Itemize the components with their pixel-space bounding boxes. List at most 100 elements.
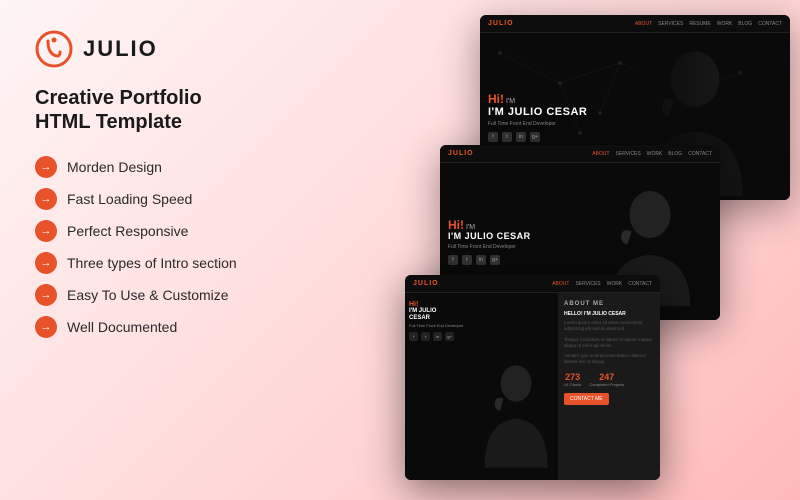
- tab-nav-work: WORK: [647, 151, 663, 157]
- about-hero-left: Hi! I'M JULIOCESAR Full Time Front End D…: [405, 293, 558, 480]
- about-hello-text: HELLO! I'M JULIO CESAR: [564, 311, 654, 317]
- arrow-icon-5: [35, 284, 57, 306]
- stat-number-1: 273: [564, 372, 581, 382]
- nav-link-about: ABOUT: [635, 21, 652, 27]
- list-item: Easy To Use & Customize: [35, 284, 385, 306]
- social-fb-icon: f: [488, 132, 498, 142]
- nav-link-resume: RESUME: [689, 21, 710, 27]
- arrow-icon-2: [35, 188, 57, 210]
- social-tw-tab: t: [462, 255, 472, 265]
- list-item: Perfect Responsive: [35, 220, 385, 242]
- about-content-right: ABOUT ME HELLO! I'M JULIO CESAR Lorem ip…: [558, 293, 660, 480]
- hero-im-label: I'M: [506, 97, 515, 104]
- tab-nav-about: ABOUT: [592, 151, 609, 157]
- arrow-icon-6: [35, 316, 57, 338]
- screen-nav-mobile: JULIO ABOUT SERVICES WORK CONTACT: [405, 275, 660, 293]
- list-item: Morden Design: [35, 156, 385, 178]
- hero-name-tablet: I'M JULIO CESAR: [448, 232, 531, 242]
- mob-nav-about: ABOUT: [552, 281, 569, 287]
- hero-hi-red-tab: Hi!: [448, 218, 464, 232]
- feature-text-4: Three types of Intro section: [67, 255, 237, 271]
- screen-nav-desktop: JULIO ABOUT SERVICES RESUME WORK BLOG CO…: [480, 15, 790, 33]
- hero-social-desktop: f t in g+: [488, 132, 587, 142]
- tagline-line1: Creative Portfolio: [35, 86, 385, 110]
- stat-label-1: UI Clients: [564, 382, 581, 387]
- feature-text-2: Fast Loading Speed: [67, 191, 192, 207]
- social-li-icon: in: [516, 132, 526, 142]
- nav-link-services: SERVICES: [658, 21, 683, 27]
- mob-nav-services: SERVICES: [575, 281, 600, 287]
- nav-link-contact: CONTACT: [758, 21, 782, 27]
- hero-sub-mob: Full Time Front End Developer: [409, 323, 463, 328]
- right-panel: JULIO ABOUT SERVICES RESUME WORK BLOG CO…: [340, 0, 800, 500]
- s-tw-mob: t: [421, 332, 430, 341]
- about-desc-2: Tempor incididunt ut labore et dolore ma…: [564, 337, 654, 350]
- screen-nav-logo-mobile: JULIO: [413, 280, 439, 287]
- s-fb-mob: f: [409, 332, 418, 341]
- screen-hero-text-tablet: Hi! I'M I'M JULIO CESAR Full Time Front …: [448, 218, 531, 266]
- list-item: Well Documented: [35, 316, 385, 338]
- stat-item-1: 273 UI Clients: [564, 372, 581, 387]
- nav-link-blog: BLOG: [738, 21, 752, 27]
- tab-nav-services: SERVICES: [616, 151, 641, 157]
- hero-hi-red: Hi!: [488, 91, 504, 105]
- tab-nav-blog: BLOG: [668, 151, 682, 157]
- about-section-title: ABOUT ME: [564, 301, 654, 307]
- screen-nav-tablet: JULIO ABOUT SERVICES WORK BLOG CONTACT: [440, 145, 720, 163]
- arrow-icon-3: [35, 220, 57, 242]
- screen-nav-logo-tablet: JULIO: [448, 150, 474, 157]
- hero-name-mob: I'M JULIOCESAR: [409, 308, 463, 321]
- stat-number-2: 247: [589, 372, 624, 382]
- stat-item-2: 247 Completed Projects: [589, 372, 624, 387]
- logo-area: JULIO: [35, 30, 385, 68]
- hero-social-tablet: f t in g+: [448, 255, 531, 265]
- screen-about-section: Hi! I'M JULIOCESAR Full Time Front End D…: [405, 293, 660, 480]
- screen-nav-links-desktop: ABOUT SERVICES RESUME WORK BLOG CONTACT: [635, 21, 782, 27]
- feature-text-5: Easy To Use & Customize: [67, 287, 229, 303]
- person-silhouette-mobile: [474, 293, 558, 480]
- tagline-line2: HTML Template: [35, 110, 385, 134]
- mob-nav-contact: CONTACT: [628, 281, 652, 287]
- s-li-mob: in: [433, 332, 442, 341]
- screen-nav-logo-desktop: JULIO: [488, 20, 514, 27]
- mob-nav-work: WORK: [607, 281, 623, 287]
- tagline: Creative Portfolio HTML Template: [35, 86, 385, 134]
- nav-link-work: WORK: [717, 21, 733, 27]
- arrow-icon-4: [35, 252, 57, 274]
- hero-subtitle-desktop: Full Time Front End Developer: [488, 121, 587, 127]
- hero-hi-desktop: Hi! I'M: [488, 91, 587, 105]
- s-gp-mob: g+: [445, 332, 454, 341]
- hero-im-tab: I'M: [466, 224, 475, 231]
- social-mob: f t in g+: [409, 332, 463, 341]
- feature-text-3: Perfect Responsive: [67, 223, 188, 239]
- features-list: Morden Design Fast Loading Speed Perfect…: [35, 156, 385, 338]
- hero-subtitle-tablet: Full Time Front End Developer: [448, 244, 531, 250]
- social-li-tab: in: [476, 255, 486, 265]
- about-desc-1: Lorem ipsum dolor sit amet consectetur a…: [564, 320, 654, 333]
- social-gp-icon: g+: [530, 132, 540, 142]
- contact-me-button[interactable]: CONTACT ME: [564, 393, 609, 405]
- julio-logo-icon: [35, 30, 73, 68]
- hero-name-desktop: I'M JULIO CESAR: [488, 105, 587, 117]
- social-tw-icon: t: [502, 132, 512, 142]
- screen-mobile: JULIO ABOUT SERVICES WORK CONTACT Hi! I'…: [405, 275, 660, 480]
- screen-nav-links-mobile: ABOUT SERVICES WORK CONTACT: [552, 281, 652, 287]
- social-fb-tab: f: [448, 255, 458, 265]
- logo-text: JULIO: [83, 36, 158, 62]
- about-hero-mini-text: Hi! I'M JULIOCESAR Full Time Front End D…: [409, 301, 463, 341]
- feature-text-6: Well Documented: [67, 319, 177, 335]
- social-gp-tab: g+: [490, 255, 500, 265]
- stat-label-2: Completed Projects: [589, 382, 624, 387]
- screen-nav-links-tablet: ABOUT SERVICES WORK BLOG CONTACT: [592, 151, 712, 157]
- feature-text-1: Morden Design: [67, 159, 162, 175]
- about-stats: 273 UI Clients 247 Completed Projects: [564, 372, 654, 387]
- screen-hero-text-desktop: Hi! I'M I'M JULIO CESAR Full Time Front …: [488, 91, 587, 141]
- hero-hi-tablet: Hi! I'M: [448, 218, 531, 232]
- arrow-icon-1: [35, 156, 57, 178]
- person-svg-mobile: [474, 350, 558, 480]
- about-desc-3: Veniam quis nostrud exercitation ullamco…: [564, 353, 654, 366]
- hero-hi-mob: Hi!: [409, 301, 463, 308]
- list-item: Three types of Intro section: [35, 252, 385, 274]
- tab-nav-contact: CONTACT: [688, 151, 712, 157]
- list-item: Fast Loading Speed: [35, 188, 385, 210]
